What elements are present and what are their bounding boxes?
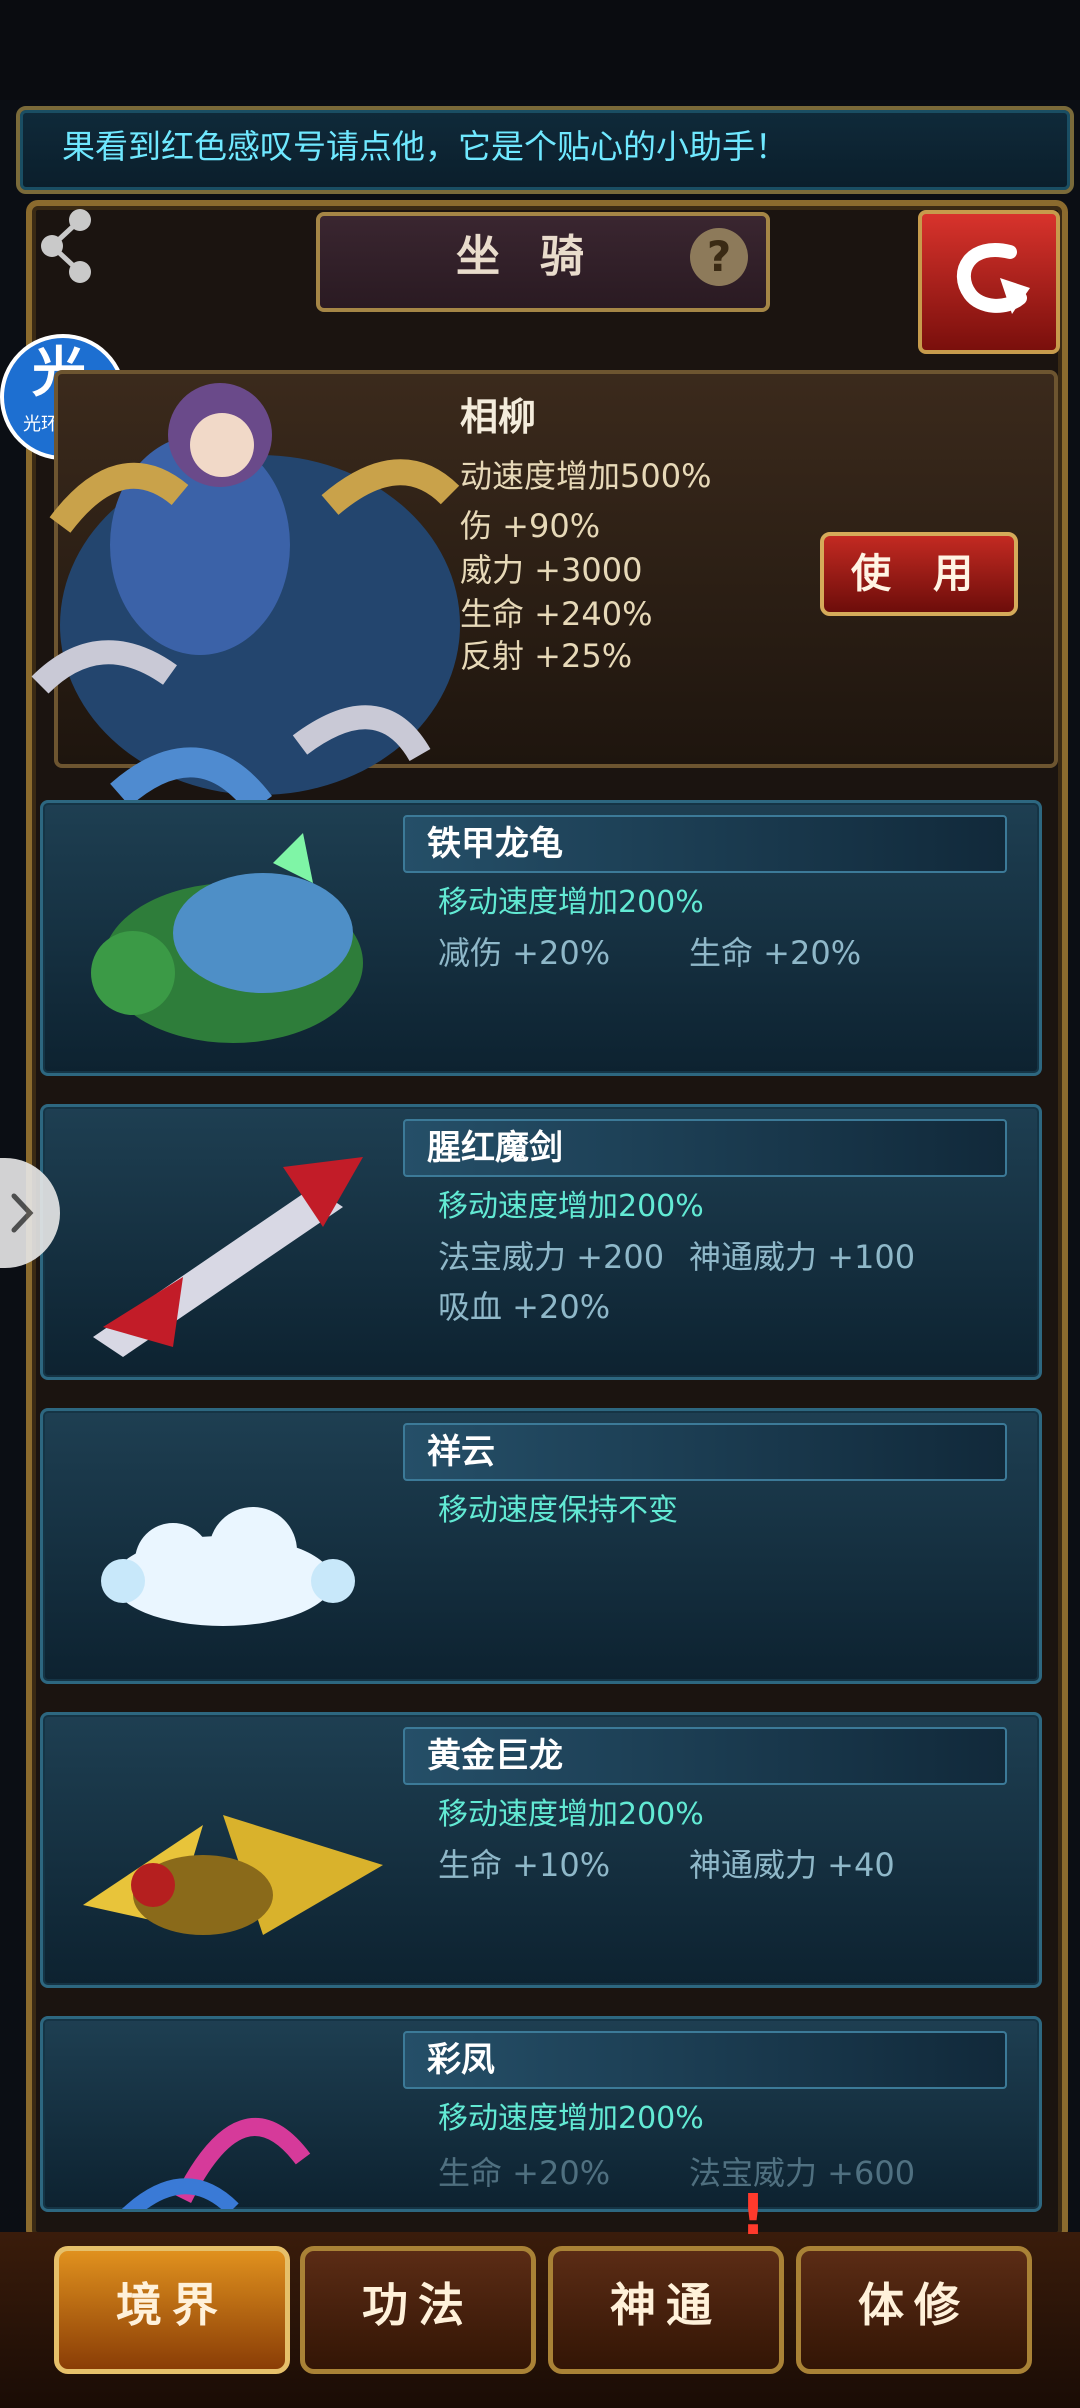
mount-art bbox=[93, 1157, 363, 1357]
mount-name-bar: 黄金巨龙 bbox=[403, 1727, 1007, 1785]
mount-art bbox=[91, 833, 363, 1043]
mount-move-speed: 移动速度增加200% bbox=[438, 2101, 704, 2136]
mount-art bbox=[122, 2118, 311, 2209]
share-button[interactable] bbox=[34, 204, 104, 284]
share-icon bbox=[41, 209, 91, 283]
mount-move-speed: 移动速度增加200% bbox=[438, 885, 704, 920]
page-title: 坐骑 bbox=[456, 231, 624, 282]
mount-name: 祥云 bbox=[427, 1432, 495, 1472]
mount-stat: 生命 +20% bbox=[438, 2154, 611, 2192]
tab-tixiu[interactable]: 体修 bbox=[796, 2246, 1032, 2374]
marquee-text: 果看到红色感叹号请点他，它是个贴心的小助手！ bbox=[62, 127, 788, 166]
status-bar bbox=[0, 0, 1080, 100]
mount-art bbox=[101, 1507, 355, 1626]
side-expand-button[interactable] bbox=[0, 1158, 60, 1268]
selected-mount-stat: 动速度增加500% bbox=[460, 457, 712, 495]
mount-name-bar: 腥红魔剑 bbox=[403, 1119, 1007, 1177]
mount-card-iron-turtle[interactable]: 铁甲龙龟 移动速度增加200% 减伤 +20% 生命 +20% bbox=[40, 800, 1042, 1076]
tab-jingjie[interactable]: 境界 bbox=[54, 2246, 290, 2374]
mount-name-bar: 祥云 bbox=[403, 1423, 1007, 1481]
back-button[interactable] bbox=[918, 210, 1060, 354]
mount-stat: 生命 +20% bbox=[689, 934, 862, 972]
mount-stat: 神通威力 +100 bbox=[689, 1238, 916, 1276]
mount-move-speed: 移动速度保持不变 bbox=[438, 1493, 678, 1528]
mount-move-speed: 移动速度增加200% bbox=[438, 1797, 704, 1832]
selected-mount-art bbox=[0, 325, 480, 865]
mount-name: 黄金巨龙 bbox=[427, 1736, 563, 1776]
tab-gongfa[interactable]: 功法 bbox=[300, 2246, 536, 2374]
mount-stat: 生命 +10% bbox=[438, 1846, 611, 1884]
back-arrow-icon bbox=[956, 243, 1030, 314]
mount-card-golden-dragon[interactable]: 黄金巨龙 移动速度增加200% 生命 +10% 神通威力 +40 bbox=[40, 1712, 1042, 1988]
mount-move-speed: 移动速度增加200% bbox=[438, 1189, 704, 1224]
use-button[interactable]: 使 用 bbox=[820, 532, 1018, 616]
mount-card-crimson-sword[interactable]: 腥红魔剑 移动速度增加200% 法宝威力 +200 神通威力 +100 吸血 +… bbox=[40, 1104, 1042, 1380]
mount-stat: 法宝威力 +600 bbox=[689, 2154, 916, 2192]
help-icon[interactable]: ? bbox=[690, 228, 748, 286]
mount-name: 腥红魔剑 bbox=[427, 1128, 563, 1168]
mount-stat: 法宝威力 +200 bbox=[438, 1238, 665, 1276]
mount-stat: 神通威力 +40 bbox=[689, 1846, 895, 1884]
mount-card-auspicious-cloud[interactable]: 祥云 移动速度保持不变 bbox=[40, 1408, 1042, 1684]
mount-name: 彩凤 bbox=[427, 2040, 495, 2080]
mount-card-colorful-phoenix[interactable]: 彩凤 移动速度增加200% 生命 +20% 法宝威力 +600 bbox=[40, 2016, 1042, 2212]
chevron-right-icon bbox=[11, 1193, 34, 1233]
selected-mount-name: 相柳 bbox=[460, 395, 537, 439]
mount-art bbox=[83, 1815, 383, 1935]
tab-shentong[interactable]: 神通 bbox=[548, 2246, 784, 2374]
mount-stat: 吸血 +20% bbox=[438, 1288, 611, 1326]
mount-name: 铁甲龙龟 bbox=[427, 824, 563, 864]
mount-name-bar: 铁甲龙龟 bbox=[403, 815, 1007, 873]
mount-name-bar: 彩凤 bbox=[403, 2031, 1007, 2089]
alert-badge: ! bbox=[740, 2183, 766, 2248]
mount-stat: 减伤 +20% bbox=[438, 934, 611, 972]
selected-mount-stat: 反射 +25% bbox=[460, 637, 633, 675]
